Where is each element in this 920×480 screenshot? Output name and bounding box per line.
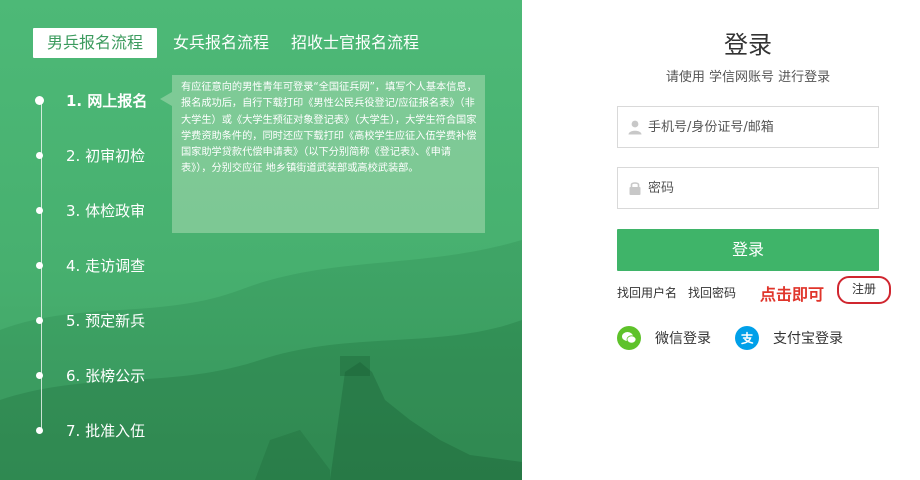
great-wall-background xyxy=(0,240,522,480)
step-dot xyxy=(36,316,43,324)
alipay-login-label: 支付宝登录 xyxy=(773,331,843,347)
login-title: 登录 xyxy=(724,31,772,59)
password-input[interactable] xyxy=(648,168,870,208)
register-link[interactable]: 注册 xyxy=(837,276,891,304)
step-label: 7. 批准入伍 xyxy=(66,421,146,440)
step-preliminary-review[interactable]: 2. 初审初检 xyxy=(36,144,145,166)
step-description: 有应征意向的男性青年可登录“全国征兵网”，填写个人基本信息，报名成功后，自行下载… xyxy=(172,75,485,233)
description-pointer xyxy=(160,92,172,106)
click-hint-annotation: 点击即可 xyxy=(760,285,825,304)
user-icon xyxy=(628,120,642,135)
wechat-icon xyxy=(617,326,641,350)
username-field[interactable] xyxy=(617,106,879,148)
tab-female[interactable]: 女兵报名流程 xyxy=(173,28,269,58)
step-label: 2. 初审初检 xyxy=(66,146,146,165)
wechat-login-label: 微信登录 xyxy=(655,331,711,347)
login-subtitle: 请使用 学信网账号 进行登录 xyxy=(665,70,831,85)
find-password-link[interactable]: 找回密码 xyxy=(688,284,736,301)
step-dot xyxy=(36,206,43,214)
step-label: 3. 体检政审 xyxy=(66,201,146,220)
step-online-registration[interactable]: 1. 网上报名 xyxy=(35,89,148,111)
step-public-notice[interactable]: 6. 张榜公示 xyxy=(36,364,145,386)
step-label: 5. 预定新兵 xyxy=(66,311,146,330)
step-preselect-recruits[interactable]: 5. 预定新兵 xyxy=(36,309,145,331)
step-dot xyxy=(36,261,43,269)
step-dot xyxy=(36,426,43,434)
username-input[interactable] xyxy=(648,107,870,147)
step-dot xyxy=(35,95,44,105)
process-panel: 男兵报名流程 女兵报名流程 招收士官报名流程 1. 网上报名 2. 初审初检 3… xyxy=(0,0,522,480)
find-username-link[interactable]: 找回用户名 xyxy=(617,284,677,301)
step-label: 4. 走访调查 xyxy=(66,256,146,275)
password-field[interactable] xyxy=(617,167,879,209)
alipay-icon xyxy=(735,326,759,350)
step-physical-exam[interactable]: 3. 体检政审 xyxy=(36,199,145,221)
wechat-login[interactable]: 微信登录 xyxy=(617,325,711,351)
alipay-login[interactable]: 支付宝登录 xyxy=(735,325,843,351)
step-home-visit[interactable]: 4. 走访调查 xyxy=(36,254,145,276)
step-label: 1. 网上报名 xyxy=(66,91,148,110)
tab-nco[interactable]: 招收士官报名流程 xyxy=(291,28,419,58)
step-dot xyxy=(36,151,43,159)
process-tabs: 男兵报名流程 女兵报名流程 招收士官报名流程 xyxy=(33,28,441,58)
lock-icon xyxy=(629,182,641,195)
step-label: 6. 张榜公示 xyxy=(66,366,146,385)
step-enlistment-approval[interactable]: 7. 批准入伍 xyxy=(36,419,145,441)
step-dot xyxy=(36,371,43,379)
tab-male[interactable]: 男兵报名流程 xyxy=(33,28,158,58)
login-button[interactable]: 登录 xyxy=(617,229,879,271)
